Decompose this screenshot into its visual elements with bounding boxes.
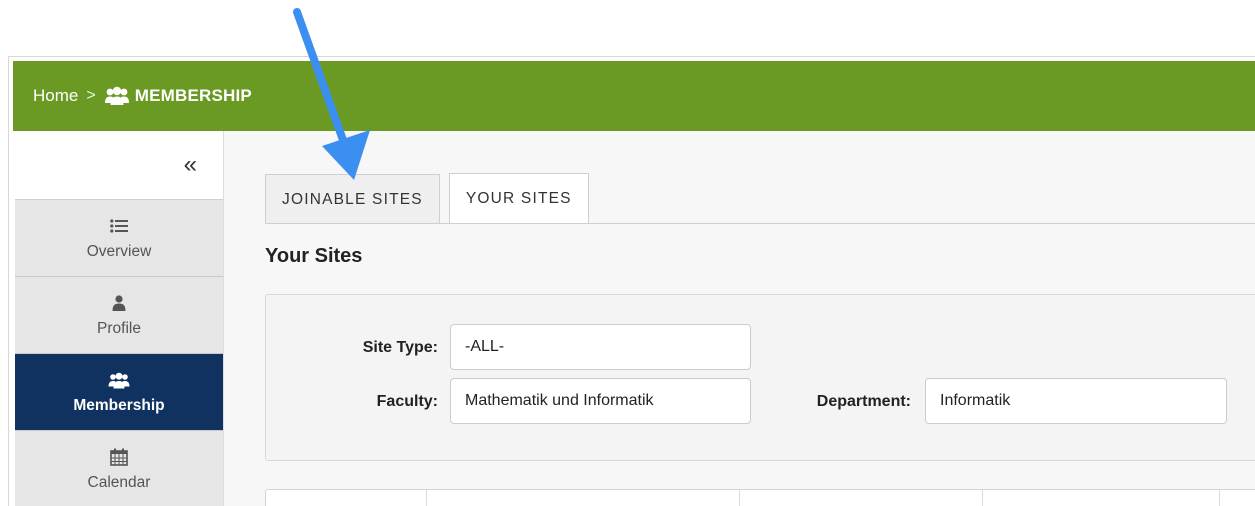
breadcrumb-separator: > [86,87,96,104]
sidebar-item-label: Calendar [87,474,151,491]
users-icon [108,369,130,391]
department-select[interactable]: Informatik [925,378,1227,424]
sidebar-item-label: Profile [97,320,141,337]
site-type-label: Site Type: [362,339,438,356]
sidebar-collapse-button[interactable]: « [15,131,223,200]
screenshot-stage: Home > MEMBERSHIP « Overview Profile Mem… [0,0,1255,506]
sidebar-item-calendar[interactable]: Calendar [15,431,223,506]
breadcrumb-home-link[interactable]: Home [33,86,78,106]
sidebar: « Overview Profile Membership Calendar [15,131,224,506]
breadcrumb-current: MEMBERSHIP [134,86,252,105]
sidebar-item-label: Overview [86,243,152,260]
sites-table-header [265,489,1255,506]
department-label: Department: [816,393,911,410]
main-content: JOINABLE SITES YOUR SITES Your Sites Sit… [224,131,1255,506]
tab-bar: JOINABLE SITES YOUR SITES [265,173,598,224]
faculty-select[interactable]: Mathematik und Informatik [450,378,751,424]
column-divider [982,490,983,506]
faculty-label: Faculty: [376,393,438,410]
column-divider [426,490,427,506]
page-title: Your Sites [265,245,363,267]
users-icon [104,86,130,106]
sidebar-item-membership[interactable]: Membership [15,354,223,431]
tab-your-sites[interactable]: YOUR SITES [448,173,589,224]
sidebar-item-label: Membership [73,397,165,414]
column-divider [1219,490,1220,506]
user-icon [112,292,126,314]
column-divider [739,490,740,506]
calendar-icon [110,446,128,468]
sidebar-item-profile[interactable]: Profile [15,277,223,354]
tab-divider [265,223,1255,224]
tab-joinable-sites[interactable]: JOINABLE SITES [265,174,440,224]
list-icon [110,215,128,237]
double-chevron-left-icon: « [183,151,197,178]
filter-panel: Site Type: -ALL- Faculty: Mathematik und… [265,294,1255,461]
breadcrumb: Home > MEMBERSHIP [13,61,1255,131]
header: Home > MEMBERSHIP [9,57,1255,131]
site-type-select[interactable]: -ALL- [450,324,751,370]
sidebar-item-overview[interactable]: Overview [15,200,223,277]
app-window: Home > MEMBERSHIP « Overview Profile Mem… [8,56,1255,506]
